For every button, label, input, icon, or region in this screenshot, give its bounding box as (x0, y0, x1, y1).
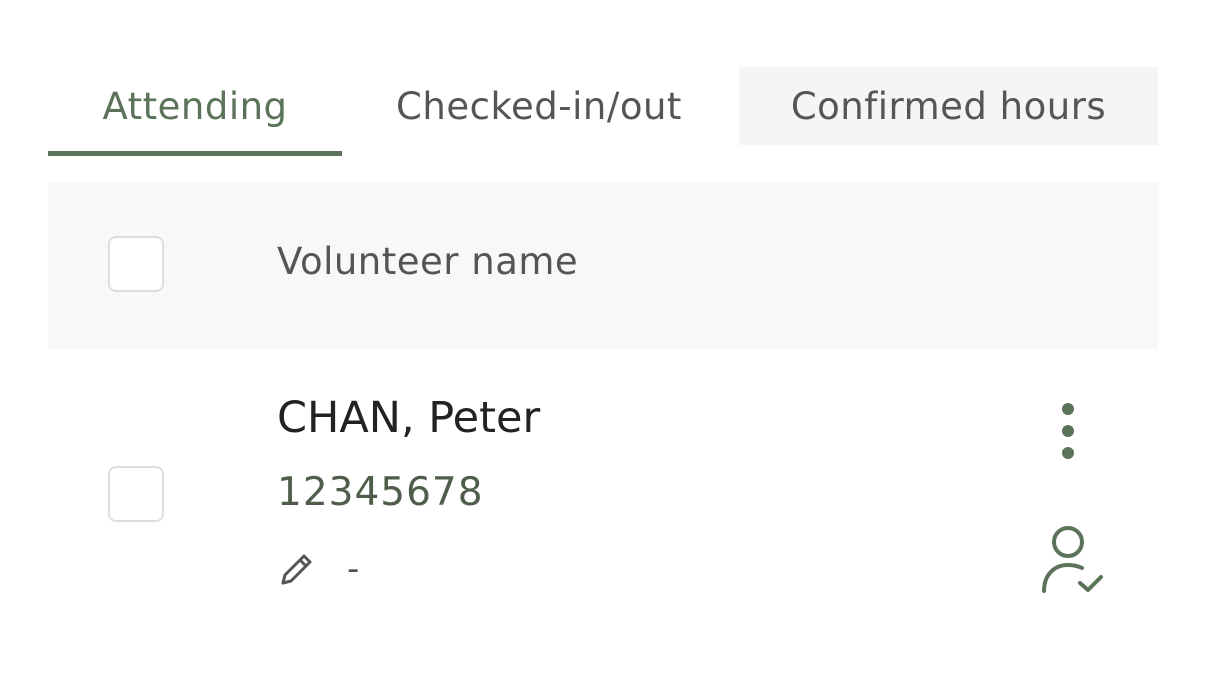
pencil-icon[interactable] (277, 549, 317, 589)
tab-attending[interactable]: Attending (48, 67, 342, 145)
row-select-checkbox[interactable] (108, 466, 164, 522)
volunteer-name: CHAN, Peter (277, 393, 541, 443)
volunteer-id: 12345678 (277, 470, 484, 515)
tab-bar: Attending Checked-in/out Confirmed hours (48, 67, 1158, 157)
tab-confirmed-hours-label: Confirmed hours (790, 84, 1107, 128)
tab-confirmed-hours[interactable]: Confirmed hours (739, 67, 1158, 145)
active-tab-indicator (48, 151, 342, 156)
person-check-icon[interactable] (1038, 525, 1108, 595)
table-header: Volunteer name (48, 182, 1158, 349)
note-text: - (347, 549, 360, 589)
tab-attending-label: Attending (102, 84, 288, 128)
tab-checked-in-out[interactable]: Checked-in/out (360, 67, 718, 145)
column-header-volunteer-name: Volunteer name (277, 240, 579, 283)
note-line: - (277, 547, 359, 591)
select-all-checkbox[interactable] (108, 236, 164, 292)
more-options-icon[interactable] (1048, 399, 1088, 463)
table-row: CHAN, Peter 12345678 - (48, 349, 1158, 629)
tab-checked-in-out-label: Checked-in/out (396, 84, 682, 128)
